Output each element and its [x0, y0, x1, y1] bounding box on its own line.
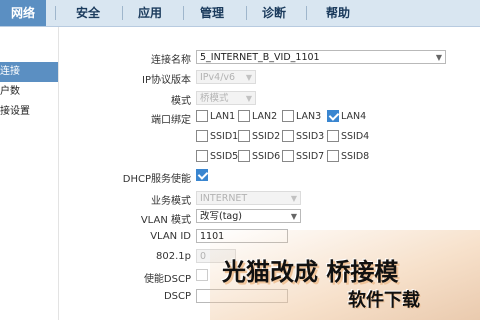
- port-label-ssid8: SSID8: [341, 151, 370, 162]
- port-label-lan4: LAN4: [341, 111, 367, 122]
- port-label-lan3: LAN3: [296, 111, 322, 122]
- connection-name-select[interactable]: 5_INTERNET_B_VID_1101 ▼: [196, 50, 446, 64]
- mode-select[interactable]: 桥模式 ▼: [196, 91, 256, 105]
- vlan-mode-select[interactable]: 改写(tag) ▼: [196, 209, 301, 223]
- vlan-mode-label: VLAN 模式: [140, 215, 191, 226]
- port-binding-label: 端口绑定: [151, 115, 191, 126]
- port-checkbox-ssid8[interactable]: [327, 150, 339, 162]
- dhcp-checkbox[interactable]: [196, 169, 208, 181]
- nav-separator: [183, 6, 184, 20]
- connection-name-value: 5_INTERNET_B_VID_1101: [200, 52, 320, 63]
- port-label-ssid7: SSID7: [296, 151, 325, 162]
- sidebar: 连接 户数 接设置: [0, 27, 59, 320]
- port-label-ssid2: SSID2: [252, 131, 281, 142]
- vlan-mode-value: 改写(tag): [200, 211, 242, 222]
- port-checkbox-ssid7[interactable]: [282, 150, 294, 162]
- dscp-enable-checkbox[interactable]: [196, 269, 208, 281]
- port-checkbox-lan2[interactable]: [238, 110, 250, 122]
- service-mode-value: INTERNET: [200, 193, 248, 204]
- nav-tab-diagnostics[interactable]: 诊断: [252, 0, 296, 26]
- nav-separator: [122, 6, 123, 20]
- sidebar-item-access-settings[interactable]: 接设置: [0, 102, 58, 122]
- port-checkbox-lan1[interactable]: [196, 110, 208, 122]
- mode-label: 模式: [171, 96, 191, 107]
- port-label-lan1: LAN1: [210, 111, 236, 122]
- dscp-enable-label: 使能DSCP: [143, 274, 191, 285]
- port-label-ssid1: SSID1: [210, 131, 239, 142]
- sidebar-item-connection[interactable]: 连接: [0, 62, 58, 82]
- nav-tab-apps[interactable]: 应用: [128, 0, 172, 26]
- nav-tab-network[interactable]: 网络: [0, 0, 46, 26]
- dot1p-value: 0: [200, 251, 207, 262]
- watermark-text: 软件下载: [348, 290, 420, 311]
- port-checkbox-ssid4[interactable]: [327, 130, 339, 142]
- dhcp-label: DHCP服务使能: [122, 174, 191, 185]
- port-label-ssid4: SSID4: [341, 131, 370, 142]
- service-mode-select[interactable]: INTERNET ▼: [196, 191, 301, 205]
- chevron-down-icon: ▼: [435, 53, 442, 62]
- top-nav: 网络 安全 应用 管理 诊断 帮助: [0, 0, 480, 27]
- port-label-ssid6: SSID6: [252, 151, 281, 162]
- chevron-down-icon: ▼: [290, 212, 297, 221]
- chevron-down-icon: ▼: [245, 73, 252, 82]
- ip-version-label: IP协议版本: [142, 75, 191, 86]
- nav-separator: [306, 6, 307, 20]
- chevron-down-icon: ▼: [245, 94, 252, 103]
- port-checkbox-ssid5[interactable]: [196, 150, 208, 162]
- nav-tab-help[interactable]: 帮助: [316, 0, 360, 26]
- chevron-down-icon: ▼: [290, 194, 297, 203]
- sidebar-item-users[interactable]: 户数: [0, 82, 58, 102]
- ip-version-select[interactable]: IPv4/v6 ▼: [196, 70, 256, 84]
- connection-name-label: 连接名称: [151, 55, 191, 66]
- port-checkbox-lan4[interactable]: [327, 110, 339, 122]
- mode-value: 桥模式: [200, 93, 229, 104]
- service-mode-label: 业务模式: [151, 196, 191, 207]
- port-checkbox-lan3[interactable]: [282, 110, 294, 122]
- vlan-id-label: VLAN ID: [150, 231, 191, 242]
- port-label-ssid5: SSID5: [210, 151, 239, 162]
- port-checkbox-ssid2[interactable]: [238, 130, 250, 142]
- port-checkbox-ssid6[interactable]: [238, 150, 250, 162]
- port-checkbox-ssid1[interactable]: [196, 130, 208, 142]
- nav-tab-security[interactable]: 安全: [66, 0, 110, 26]
- port-label-ssid3: SSID3: [296, 131, 325, 142]
- dot1p-label: 802.1p: [156, 251, 191, 262]
- ip-version-value: IPv4/v6: [200, 72, 236, 83]
- caption-headline: 光猫改成 桥接模: [222, 258, 399, 286]
- dscp-label: DSCP: [163, 291, 191, 302]
- nav-separator: [246, 6, 247, 20]
- port-label-lan2: LAN2: [252, 111, 278, 122]
- nav-tab-management[interactable]: 管理: [190, 0, 234, 26]
- port-checkbox-ssid3[interactable]: [282, 130, 294, 142]
- nav-separator: [55, 6, 56, 20]
